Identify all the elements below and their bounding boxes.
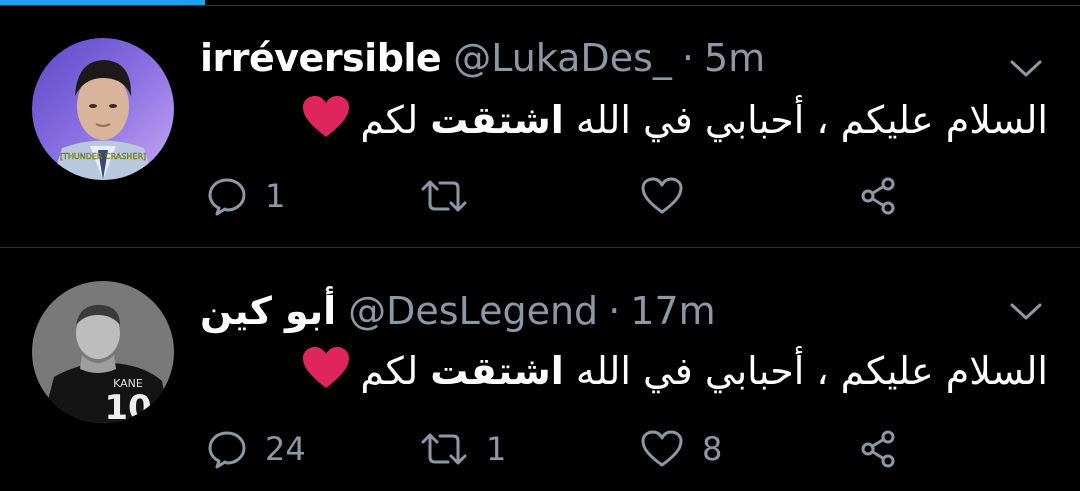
tweet-text: السلام عليكم ، أحبابي في الله اشتقت لكم — [288, 345, 1048, 397]
share-icon — [858, 429, 902, 469]
tweet-card[interactable]: KANE 10 أبو كين @DesLegend · 17m السلام … — [0, 249, 1080, 491]
tweet-card[interactable]: [THUNDER CRASHER] irréversible @LukaDes_… — [0, 6, 1080, 248]
like-button[interactable] — [640, 174, 702, 218]
tweet-header: irréversible @LukaDes_ · 5m — [200, 36, 765, 86]
tweet-text-start: السلام عليكم ، أحبابي في الله — [563, 349, 1048, 393]
tweet-text: السلام عليكم ، أحبابي في الله اشتقت لكم — [288, 94, 1048, 146]
tweet-text-end: لكم — [360, 98, 431, 142]
reply-button[interactable]: 1 — [207, 174, 285, 218]
reply-count: 24 — [265, 430, 306, 468]
user-handle[interactable]: @LukaDes_ — [453, 36, 672, 80]
red-heart-icon — [302, 346, 350, 390]
tweet-text-end: لكم — [360, 349, 431, 393]
timestamp[interactable]: 5m — [704, 36, 765, 80]
share-button[interactable] — [858, 174, 902, 218]
tweet-text-start: السلام عليكم ، أحبابي في الله — [563, 98, 1048, 142]
like-button[interactable]: 8 — [640, 427, 722, 471]
chevron-down-icon[interactable] — [1008, 301, 1044, 323]
retweet-icon — [420, 176, 468, 216]
red-heart-icon — [302, 95, 350, 139]
reply-button[interactable]: 24 — [207, 427, 306, 471]
reply-icon — [207, 429, 247, 469]
avatar[interactable]: KANE 10 — [32, 281, 174, 423]
retweet-count: 1 — [486, 430, 507, 468]
display-name[interactable]: irréversible — [200, 36, 442, 80]
tweet-actions: 24 1 8 — [0, 427, 1080, 471]
share-button[interactable] — [858, 427, 902, 471]
tweet-actions: 1 — [0, 174, 1080, 218]
tweet-text-bold: اشتقت — [430, 349, 564, 393]
tweet-header: أبو كين @DesLegend · 17m — [200, 289, 716, 339]
avatar[interactable]: [THUNDER CRASHER] — [32, 38, 174, 180]
user-handle[interactable]: @DesLegend — [348, 289, 598, 333]
like-count: 8 — [702, 430, 723, 468]
like-icon — [640, 429, 684, 469]
separator-dot: · — [681, 36, 694, 80]
separator-dot: · — [608, 289, 621, 333]
chevron-down-icon[interactable] — [1008, 58, 1044, 80]
share-icon — [858, 176, 902, 216]
like-icon — [640, 176, 684, 216]
tweet-text-bold: اشتقت — [430, 98, 564, 142]
retweet-button[interactable] — [420, 174, 486, 218]
timestamp[interactable]: 17m — [630, 289, 715, 333]
reply-icon — [207, 176, 247, 216]
display-name[interactable]: أبو كين — [200, 289, 337, 333]
reply-count: 1 — [265, 177, 286, 215]
retweet-button[interactable]: 1 — [420, 427, 506, 471]
avatar-caption: [THUNDER CRASHER] — [60, 152, 146, 161]
avatar-jersey-number: 10 — [104, 388, 151, 423]
retweet-icon — [420, 429, 468, 469]
tweet-divider — [0, 247, 1080, 248]
